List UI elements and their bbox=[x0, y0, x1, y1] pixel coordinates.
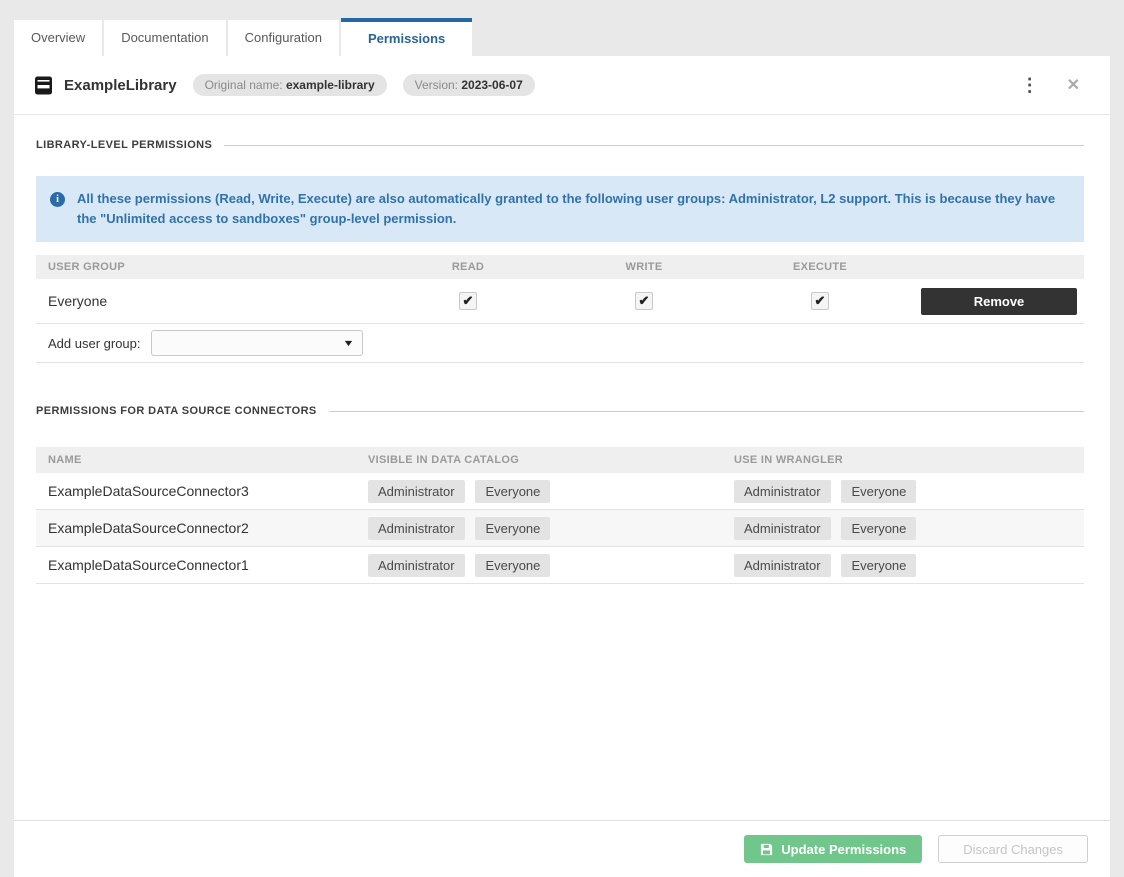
tab-bar: Overview Documentation Configuration Per… bbox=[0, 0, 1124, 56]
original-name-badge: Original name: example-library bbox=[193, 74, 387, 96]
execute-checkbox[interactable]: ✔ bbox=[811, 292, 829, 310]
user-group-name: Everyone bbox=[36, 293, 380, 309]
library-panel: ExampleLibrary Original name: example-li… bbox=[14, 56, 1110, 877]
add-user-group-label: Add user group: bbox=[48, 336, 141, 351]
group-tag: Everyone bbox=[475, 554, 550, 577]
table-row-connector2: ExampleDataSourceConnector2 Administrato… bbox=[36, 510, 1084, 547]
connectors-permissions-table: NAME VISIBLE IN DATA CATALOG USE IN WRAN… bbox=[36, 447, 1084, 584]
read-checkbox[interactable]: ✔ bbox=[459, 292, 477, 310]
discard-changes-button[interactable]: Discard Changes bbox=[938, 835, 1088, 863]
col-header-catalog: VISIBLE IN DATA CATALOG bbox=[368, 454, 734, 466]
tab-permissions[interactable]: Permissions bbox=[341, 18, 472, 56]
table-row-connector1: ExampleDataSourceConnector1 Administrato… bbox=[36, 547, 1084, 584]
connector-name: ExampleDataSourceConnector2 bbox=[36, 520, 368, 536]
group-tag: Everyone bbox=[841, 480, 916, 503]
col-header-name: NAME bbox=[36, 454, 368, 466]
connector-name: ExampleDataSourceConnector3 bbox=[36, 483, 368, 499]
group-tag: Administrator bbox=[368, 554, 465, 577]
permissions-content: LIBRARY-LEVEL PERMISSIONS i All these pe… bbox=[14, 115, 1110, 820]
close-icon[interactable]: ✕ bbox=[1063, 75, 1084, 95]
version-badge: Version: 2023-06-07 bbox=[403, 74, 535, 96]
table-header-row: NAME VISIBLE IN DATA CATALOG USE IN WRAN… bbox=[36, 447, 1084, 473]
group-tag: Administrator bbox=[734, 554, 831, 577]
user-group-permissions-table: USER GROUP READ WRITE EXECUTE Everyone ✔… bbox=[36, 255, 1084, 363]
section-library-permissions-title: LIBRARY-LEVEL PERMISSIONS bbox=[36, 139, 212, 151]
version-label: Version: bbox=[415, 78, 462, 92]
kebab-menu-icon[interactable]: ⋮ bbox=[1011, 75, 1049, 96]
chevron-down-icon: ▼ bbox=[342, 338, 354, 348]
update-permissions-button[interactable]: Update Permissions bbox=[744, 835, 922, 863]
connector-name: ExampleDataSourceConnector1 bbox=[36, 557, 368, 573]
col-header-execute: EXECUTE bbox=[732, 261, 908, 273]
section-gap bbox=[36, 363, 1084, 405]
library-book-icon bbox=[34, 76, 53, 95]
group-tag: Everyone bbox=[841, 554, 916, 577]
action-footer: Update Permissions Discard Changes bbox=[14, 820, 1110, 877]
info-banner: i All these permissions (Read, Write, Ex… bbox=[36, 176, 1084, 242]
section-connector-permissions: PERMISSIONS FOR DATA SOURCE CONNECTORS bbox=[36, 405, 1084, 417]
add-user-group-select[interactable]: ▼ bbox=[151, 330, 363, 356]
col-header-write: WRITE bbox=[556, 261, 732, 273]
group-tag: Administrator bbox=[368, 480, 465, 503]
section-connector-permissions-title: PERMISSIONS FOR DATA SOURCE CONNECTORS bbox=[36, 405, 317, 417]
update-permissions-label: Update Permissions bbox=[781, 842, 906, 857]
write-checkbox[interactable]: ✔ bbox=[635, 292, 653, 310]
original-name-value: example-library bbox=[286, 78, 375, 92]
library-header: ExampleLibrary Original name: example-li… bbox=[14, 56, 1110, 115]
add-user-group-row: Add user group: ▼ bbox=[36, 324, 1084, 363]
page-title: ExampleLibrary bbox=[64, 77, 177, 94]
tab-overview[interactable]: Overview bbox=[14, 20, 102, 56]
tab-documentation[interactable]: Documentation bbox=[104, 20, 225, 56]
section-divider bbox=[329, 411, 1084, 412]
group-tag: Everyone bbox=[475, 517, 550, 540]
info-banner-text: All these permissions (Read, Write, Exec… bbox=[77, 189, 1068, 229]
group-tag: Administrator bbox=[368, 517, 465, 540]
col-header-wrangler: USE IN WRANGLER bbox=[734, 454, 1084, 466]
col-header-read: READ bbox=[380, 261, 556, 273]
table-row-connector3: ExampleDataSourceConnector3 Administrato… bbox=[36, 473, 1084, 510]
group-tag: Everyone bbox=[841, 517, 916, 540]
info-icon: i bbox=[50, 192, 65, 207]
table-row-everyone: Everyone ✔ ✔ ✔ Remove bbox=[36, 279, 1084, 324]
group-tag: Administrator bbox=[734, 480, 831, 503]
table-header-row: USER GROUP READ WRITE EXECUTE bbox=[36, 255, 1084, 279]
group-tag: Everyone bbox=[475, 480, 550, 503]
version-value: 2023-06-07 bbox=[461, 78, 522, 92]
col-header-user-group: USER GROUP bbox=[36, 261, 380, 273]
remove-button[interactable]: Remove bbox=[921, 288, 1077, 315]
section-divider bbox=[224, 145, 1084, 146]
section-library-permissions: LIBRARY-LEVEL PERMISSIONS bbox=[36, 139, 1084, 151]
original-name-label: Original name: bbox=[205, 78, 286, 92]
tab-configuration[interactable]: Configuration bbox=[228, 20, 339, 56]
group-tag: Administrator bbox=[734, 517, 831, 540]
save-icon bbox=[760, 843, 773, 856]
